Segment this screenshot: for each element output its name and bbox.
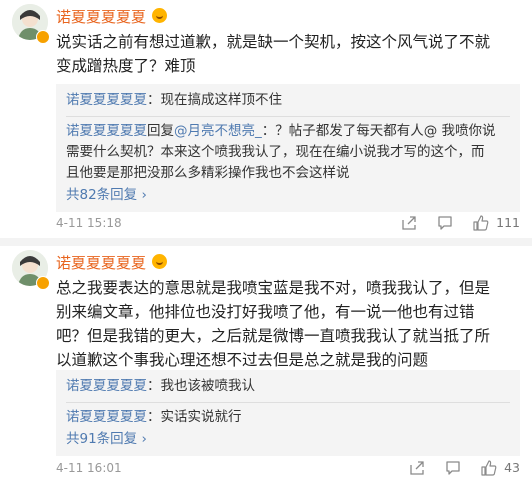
reply-text: ：？帖子都发了每天都有人@ 我喷你说 <box>261 123 496 139</box>
reply-item[interactable]: 诺夏夏夏夏夏：我也该被喷我认 <box>66 376 510 397</box>
mention-link[interactable]: @月亮不想亮_ <box>174 123 262 139</box>
more-replies-link[interactable]: 共91条回复 › <box>66 428 510 450</box>
reply-divider <box>66 116 510 117</box>
comment-separator <box>0 238 532 246</box>
action-bar: 111 <box>382 213 520 233</box>
username[interactable]: 诺夏夏夏夏夏 <box>56 253 168 273</box>
username-text[interactable]: 诺夏夏夏夏夏 <box>56 254 146 272</box>
chevron-right-icon: › <box>141 431 147 447</box>
more-replies-label[interactable]: 共91条回复 <box>66 431 137 447</box>
username[interactable]: 诺夏夏夏夏夏 <box>56 7 168 27</box>
reply-box: 诺夏夏夏夏夏：现在搞成这样顶不住 诺夏夏夏夏夏回复@月亮不想亮_：？帖子都发了每… <box>56 84 520 212</box>
username-text[interactable]: 诺夏夏夏夏夏 <box>56 8 146 26</box>
reply-text: 且他要是那把没那么多精彩操作我也不会这样说 <box>66 165 350 181</box>
comment-meta: 4-11 16:01 43 <box>56 458 520 478</box>
comment-line: 以道歉这个事我心理还想不过去但是总之就是我的问题 <box>56 351 429 369</box>
reply-username[interactable]: 诺夏夏夏夏夏 <box>66 378 147 394</box>
like-icon[interactable] <box>480 459 498 477</box>
reply-word: 回复 <box>147 123 174 139</box>
comment-icon[interactable] <box>444 459 462 477</box>
timestamp: 4-11 15:18 <box>56 216 122 230</box>
comment-item: 诺夏夏夏夏夏 总之我要表达的意思就是我喷宝蓝是我不对，喷我我认了，但是 别来编文… <box>0 246 532 480</box>
reply-text: ：现在搞成这样顶不住 <box>147 92 282 108</box>
like-count: 43 <box>504 460 520 475</box>
comment-line: 变成蹭热度了？难顶 <box>56 57 196 75</box>
more-replies-label[interactable]: 共82条回复 <box>66 187 137 203</box>
level-badge-icon <box>152 254 168 269</box>
comment-line: 别来编文章，他排位也没打好我喷了他，有一说一他也有过错 <box>56 303 475 321</box>
like-icon[interactable] <box>472 214 490 232</box>
share-icon[interactable] <box>408 459 426 477</box>
like-count: 111 <box>496 215 520 230</box>
comment-line: 总之我要表达的意思就是我喷宝蓝是我不对，喷我我认了，但是 <box>56 279 491 297</box>
timestamp: 4-11 16:01 <box>56 461 122 475</box>
comment-text: 说实话之前有想过道歉，就是缺一个契机，按这个风气说了不就 变成蹭热度了？难顶 <box>56 30 516 78</box>
reply-divider <box>66 402 510 403</box>
reply-item[interactable]: 诺夏夏夏夏夏回复@月亮不想亮_：？帖子都发了每天都有人@ 我喷你说 需要什么契机… <box>66 121 510 184</box>
reply-text: ：实话实说就行 <box>147 409 242 425</box>
reply-text: ：我也该被喷我认 <box>147 378 255 394</box>
reply-username[interactable]: 诺夏夏夏夏夏 <box>66 92 147 108</box>
reply-item[interactable]: 诺夏夏夏夏夏：现在搞成这样顶不住 <box>66 90 510 111</box>
more-replies-link[interactable]: 共82条回复 › <box>66 184 510 206</box>
comment-text: 总之我要表达的意思就是我喷宝蓝是我不对，喷我我认了，但是 别来编文章，他排位也没… <box>56 276 516 372</box>
reply-box: 诺夏夏夏夏夏：我也该被喷我认 诺夏夏夏夏夏：实话实说就行 共91条回复 › <box>56 370 520 456</box>
comment-item: 诺夏夏夏夏夏 说实话之前有想过道歉，就是缺一个契机，按这个风气说了不就 变成蹭热… <box>0 0 532 238</box>
verified-badge-icon <box>36 276 50 290</box>
verified-badge-icon <box>36 30 50 44</box>
level-badge-icon <box>152 8 168 23</box>
reply-item[interactable]: 诺夏夏夏夏夏：实话实说就行 <box>66 407 510 428</box>
reply-username[interactable]: 诺夏夏夏夏夏 <box>66 409 147 425</box>
comment-meta: 4-11 15:18 111 <box>56 213 520 233</box>
comment-icon[interactable] <box>436 214 454 232</box>
comment-line: 说实话之前有想过道歉，就是缺一个契机，按这个风气说了不就 <box>56 33 491 51</box>
reply-text: 需要什么契机？本来这个喷我我认了，现在在编小说我才写的这个，而 <box>66 144 485 160</box>
comment-line: 吧？但是我错的更大，之后就是微博一直喷我我认了就当抵了所 <box>56 327 491 345</box>
reply-username[interactable]: 诺夏夏夏夏夏 <box>66 123 147 139</box>
chevron-right-icon: › <box>141 187 147 203</box>
share-icon[interactable] <box>400 214 418 232</box>
action-bar: 43 <box>390 458 520 478</box>
